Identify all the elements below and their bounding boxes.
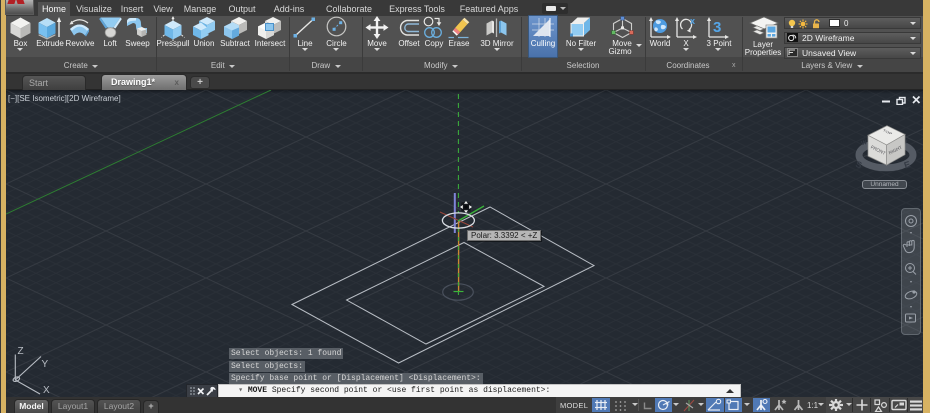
svg-text:Y: Y: [42, 359, 49, 370]
svg-text:x: x: [690, 16, 695, 26]
svg-text:3: 3: [713, 19, 721, 36]
svg-text:X: X: [43, 385, 50, 396]
svg-text:Z: Z: [18, 346, 24, 357]
